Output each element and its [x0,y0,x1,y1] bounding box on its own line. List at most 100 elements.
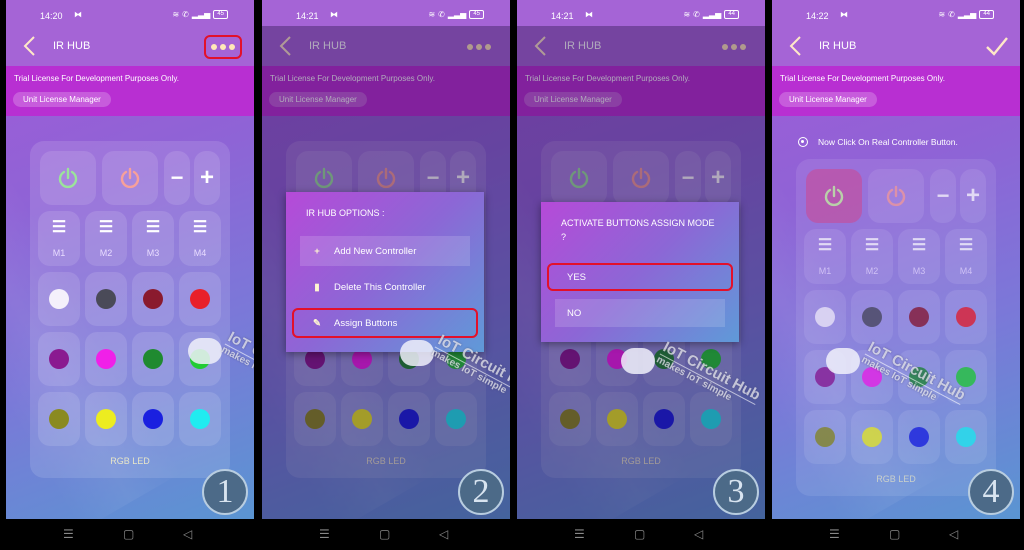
back-button[interactable] [531,34,551,58]
color-swatch [190,289,210,309]
menu-item-delete-controller[interactable]: ▮ Delete This Controller [300,272,470,302]
volume-down-button[interactable]: − [675,151,701,205]
home-button[interactable]: ▢ [889,527,900,541]
volume-down-button[interactable]: − [930,169,956,223]
cast-icon: ⧓ [330,10,338,19]
color-button-white[interactable] [38,272,80,326]
no-button[interactable]: NO [555,299,725,327]
recents-button[interactable]: ☰ [829,527,840,541]
recents-button[interactable]: ☰ [319,527,330,541]
power-on-button[interactable] [551,151,607,205]
color-button-maroon[interactable] [132,272,174,326]
color-button-green[interactable] [132,332,174,386]
power-on-button[interactable] [806,169,862,223]
volume-down-button[interactable]: − [164,151,190,205]
wifi-icon: ≋ [172,10,180,19]
power-green-icon [569,167,589,189]
home-button[interactable]: ▢ [634,527,645,541]
color-swatch [49,409,69,429]
color-button-dark-gray[interactable] [85,272,127,326]
back-button[interactable] [20,34,40,58]
menu-item-add-new-controller[interactable]: + Add New Controller [300,236,470,266]
minus-icon: − [426,165,440,190]
more-options-button[interactable] [204,35,242,59]
color-button-blue[interactable] [898,410,940,464]
home-button[interactable]: ▢ [379,527,390,541]
mode-button-m4[interactable]: ☰ M4 [179,211,221,266]
color-button-dark-gray[interactable] [851,290,893,344]
color-swatch [607,409,627,429]
more-options-button[interactable] [715,35,753,59]
color-button-cyan[interactable] [179,392,221,446]
status-time: 14:21 [551,11,574,21]
menu-item-assign-buttons[interactable]: ✎ Assign Buttons [292,308,478,338]
edit-icon: ✎ [313,317,321,329]
color-button-yellow[interactable] [85,392,127,446]
sliders-icon: ☰ [864,237,880,254]
mode-button-m2[interactable]: ☰ M2 [85,211,127,266]
back-nav-button[interactable]: ◁ [183,527,192,541]
unit-license-manager-button[interactable]: Unit License Manager [13,92,111,107]
unit-license-manager-button[interactable]: Unit License Manager [779,92,877,107]
unit-license-manager-button[interactable]: Unit License Manager [269,92,367,107]
color-button-blue[interactable] [388,392,430,446]
remote-label: RGB LED [366,456,406,466]
color-button-olive[interactable] [804,410,846,464]
mode-button-m3[interactable]: ☰ M3 [898,229,940,284]
more-options-button[interactable] [460,35,498,59]
color-swatch [96,289,116,309]
back-nav-button[interactable]: ◁ [949,527,958,541]
mode-button-m2[interactable]: ☰ M2 [851,229,893,284]
color-button-olive[interactable] [549,392,591,446]
checkmark-icon[interactable] [984,32,1010,60]
recents-button[interactable]: ☰ [574,527,585,541]
color-button-olive[interactable] [38,392,80,446]
power-red-icon [120,167,140,189]
color-button-olive[interactable] [294,392,336,446]
home-button[interactable]: ▢ [123,527,134,541]
power-off-button[interactable] [613,151,669,205]
mode-button-m4[interactable]: ☰ M4 [945,229,987,284]
color-swatch [352,409,372,429]
plus-icon: + [710,164,725,191]
color-button-maroon[interactable] [898,290,940,344]
color-button-purple[interactable] [38,332,80,386]
mode-button-m3[interactable]: ☰ M3 [132,211,174,266]
color-button-magenta[interactable] [85,332,127,386]
volume-up-button[interactable]: + [194,151,220,205]
color-button-yellow[interactable] [851,410,893,464]
volume-up-button[interactable]: + [705,151,731,205]
back-button[interactable] [276,34,296,58]
phone-step-2: 14:21 ⧓ ≋ ✆ ▂▃▅ 45 IR HUB Trial License For… [262,0,510,550]
color-button-blue[interactable] [132,392,174,446]
unit-license-manager-button[interactable]: Unit License Manager [524,92,622,107]
license-message: Trial License For Development Purposes O… [14,74,179,83]
mode-button-m1[interactable]: ☰ M1 [38,211,80,266]
color-button-cyan[interactable] [945,410,987,464]
cast-icon: ⧓ [74,10,82,19]
status-time: 14:20 [40,11,63,21]
color-swatch [701,409,721,429]
assign-hint: Now Click On Real Controller Button. [798,137,958,147]
power-on-button[interactable] [40,151,96,205]
color-swatch [143,349,163,369]
color-button-blue[interactable] [643,392,685,446]
back-button[interactable] [786,34,806,58]
mode-button-m1[interactable]: ☰ M1 [804,229,846,284]
remote-label: RGB LED [110,456,150,466]
remote-panel: − + ☰ M1 ☰ M2 ☰ M3 ☰ M4 RGB LED [30,141,230,478]
color-button-white[interactable] [804,290,846,344]
color-button-red[interactable] [179,272,221,326]
power-off-button[interactable] [102,151,158,205]
color-button-cyan[interactable] [435,392,477,446]
yes-button[interactable]: YES [547,263,733,291]
power-off-button[interactable] [868,169,924,223]
color-button-red[interactable] [945,290,987,344]
recents-button[interactable]: ☰ [63,527,74,541]
color-button-yellow[interactable] [596,392,638,446]
color-button-yellow[interactable] [341,392,383,446]
watermark-logo-icon [400,340,434,366]
back-nav-button[interactable]: ◁ [439,527,448,541]
volume-up-button[interactable]: + [960,169,986,223]
back-nav-button[interactable]: ◁ [694,527,703,541]
